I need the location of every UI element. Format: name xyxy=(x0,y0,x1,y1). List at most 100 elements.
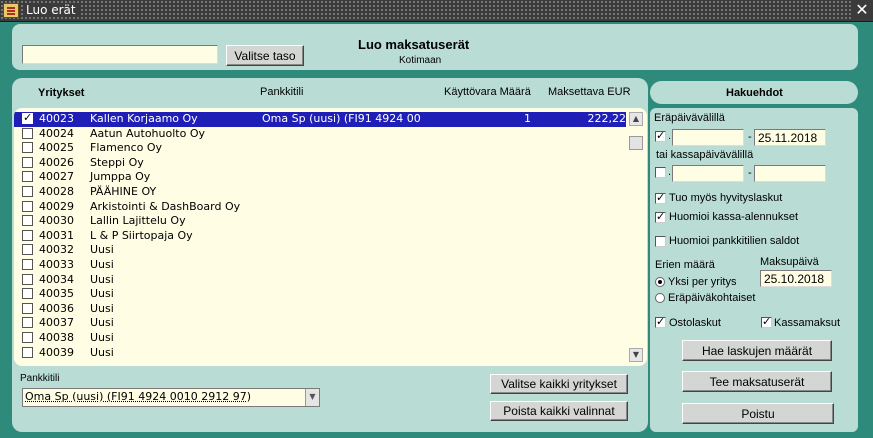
table-row[interactable]: 40038 Uusi xyxy=(14,331,626,346)
row-checkbox[interactable] xyxy=(22,127,33,139)
row-checkbox[interactable] xyxy=(22,186,33,197)
cash-payments-checkbox[interactable] xyxy=(761,315,772,328)
per-due-date-radio[interactable] xyxy=(655,293,665,303)
bank-balances-checkbox[interactable] xyxy=(655,236,666,247)
due-from-field[interactable] xyxy=(672,129,744,146)
row-checkbox[interactable] xyxy=(22,142,33,154)
row-checkbox[interactable] xyxy=(22,215,33,227)
header-panel: Valitse taso Luo maksatuserät Kotimaan xyxy=(12,24,858,70)
table-row[interactable]: 40028 PÄÄHINE OY xyxy=(14,185,626,200)
table-row[interactable]: 40025 Flamenco Oy xyxy=(14,141,626,156)
company-name: Uusi xyxy=(90,331,114,344)
due-to-field[interactable] xyxy=(754,129,826,146)
exit-button[interactable]: Poistu xyxy=(682,403,834,424)
table-row[interactable]: 40026 Steppi Oy xyxy=(14,156,626,171)
company-code: 40034 xyxy=(39,272,74,286)
bank-account-select[interactable]: Oma Sp (uusi) (FI91 4924 0010 2912 97) ▼ xyxy=(22,388,320,407)
create-payment-batches-button[interactable]: Tee maksatuserät xyxy=(682,371,832,392)
search-input[interactable] xyxy=(22,45,218,64)
app-icon xyxy=(3,3,19,18)
table-row[interactable]: 40039 Uusi xyxy=(14,346,626,361)
scroll-thumb[interactable] xyxy=(629,136,643,150)
table-row[interactable]: 40033 Uusi xyxy=(14,258,626,273)
scroll-up-icon[interactable]: ▲ xyxy=(629,112,643,126)
company-code: 40033 xyxy=(39,258,74,271)
close-icon[interactable]: ✕ xyxy=(851,0,873,21)
row-checkbox[interactable] xyxy=(22,156,33,168)
company-code: 40037 xyxy=(39,316,74,330)
table-row[interactable]: 40027 Jumppa Oy xyxy=(14,170,626,185)
select-level-button[interactable]: Valitse taso xyxy=(226,45,304,66)
scroll-down-icon[interactable]: ▼ xyxy=(629,348,643,362)
cash-date-checkbox[interactable] xyxy=(655,167,666,178)
company-code: 40038 xyxy=(39,331,74,344)
purchase-invoices-label: Ostolaskut xyxy=(669,317,721,329)
purchase-invoices-checkbox[interactable] xyxy=(655,315,666,328)
fetch-invoice-counts-button[interactable]: Hae laskujen määrät xyxy=(682,340,832,361)
cash-dot: . xyxy=(668,166,672,178)
company-name: PÄÄHINE OY xyxy=(90,185,157,198)
company-code: 40026 xyxy=(39,155,74,169)
bank-balances-label: Huomioi pankkitilien saldot xyxy=(669,235,800,247)
chevron-down-icon[interactable]: ▼ xyxy=(305,389,319,406)
one-per-company-radio[interactable] xyxy=(655,277,665,287)
company-name: Jumppa Oy xyxy=(90,170,151,184)
batch-count-label: Erien määrä xyxy=(655,259,715,271)
row-checkbox[interactable] xyxy=(22,111,33,125)
table-row[interactable]: 40031 L & P Siirtopaja Oy xyxy=(14,229,626,244)
company-name: Aatun Autohuolto Oy xyxy=(90,126,205,140)
column-header-reserve-amount: Käyttövara Määrä xyxy=(444,86,531,98)
row-checkbox[interactable] xyxy=(22,200,33,212)
row-checkbox[interactable] xyxy=(22,332,33,343)
company-code: 40024 xyxy=(39,126,74,140)
table-row[interactable]: 40029 Arkistointi & DashBoard Oy xyxy=(14,200,626,215)
row-checkbox[interactable] xyxy=(22,273,33,285)
company-name: Uusi xyxy=(90,345,114,359)
row-checkbox[interactable] xyxy=(22,229,33,241)
cash-to-field[interactable] xyxy=(754,165,826,182)
table-row[interactable]: 40024 Aatun Autohuolto Oy xyxy=(14,127,626,142)
table-row[interactable]: 40032 Uusi xyxy=(14,243,626,258)
row-checkbox[interactable] xyxy=(22,346,33,358)
company-code: 40030 xyxy=(39,214,74,228)
page-title: Luo maksatuserät xyxy=(358,37,470,52)
row-checkbox[interactable] xyxy=(22,244,33,256)
due-date-checkbox[interactable] xyxy=(655,129,666,142)
page-subtitle: Kotimaan xyxy=(399,55,442,66)
company-name: Uusi xyxy=(90,243,114,257)
table-row[interactable]: 40035 Uusi xyxy=(14,287,626,302)
table-row[interactable]: 40023 Kallen Korjaamo Oy Oma Sp (uusi) (FI… xyxy=(14,111,627,127)
cash-discount-checkbox[interactable] xyxy=(655,210,666,223)
row-checkbox[interactable] xyxy=(22,317,33,329)
list-scrollbar[interactable]: ▲ ▼ xyxy=(629,112,643,362)
companies-list[interactable]: 40039 Uusi 40038 Uusi 40037 Uusi 40036 Uusi 4003… xyxy=(14,108,647,366)
row-checkbox[interactable] xyxy=(22,288,33,300)
payment-date-label: Maksupäivä xyxy=(760,256,819,268)
company-code: 40035 xyxy=(39,287,74,301)
cash-from-field[interactable] xyxy=(672,165,744,182)
company-name: Uusi xyxy=(90,287,114,301)
table-row[interactable]: 40030 Lallin Lajittelu Oy xyxy=(14,214,626,229)
due-date-label: Eräpäivävälillä xyxy=(654,112,725,124)
include-credit-checkbox[interactable] xyxy=(655,191,666,204)
bank-account-value: Oma Sp (uusi) (FI91 4924 0010 2912 97) xyxy=(25,390,251,403)
company-code: 40023 xyxy=(39,112,74,125)
row-checkbox[interactable] xyxy=(22,302,33,314)
due-dash: - xyxy=(748,131,752,143)
company-code: 40031 xyxy=(39,228,74,242)
row-checkbox[interactable] xyxy=(22,259,33,270)
company-bank-account: Oma Sp (uusi) (FI91 4924 00 xyxy=(262,112,421,125)
payment-date-field[interactable] xyxy=(760,270,832,287)
select-all-companies-button[interactable]: Valitse kaikki yritykset xyxy=(490,374,628,394)
clear-all-selections-button[interactable]: Poista kaikki valinnat xyxy=(490,401,628,421)
row-checkbox[interactable] xyxy=(22,171,33,183)
company-name: Kallen Korjaamo Oy xyxy=(90,112,198,125)
due-dot: . xyxy=(668,130,672,142)
one-per-company-label: Yksi per yritys xyxy=(668,276,737,288)
company-payable-eur: 222,22 xyxy=(587,112,627,125)
table-row[interactable]: 40037 Uusi xyxy=(14,316,626,331)
table-row[interactable]: 40036 Uusi xyxy=(14,302,626,317)
cash-date-label: tai kassapäivävälillä xyxy=(656,149,754,161)
table-row[interactable]: 40034 Uusi xyxy=(14,273,626,288)
company-name: Arkistointi & DashBoard Oy xyxy=(90,199,241,213)
